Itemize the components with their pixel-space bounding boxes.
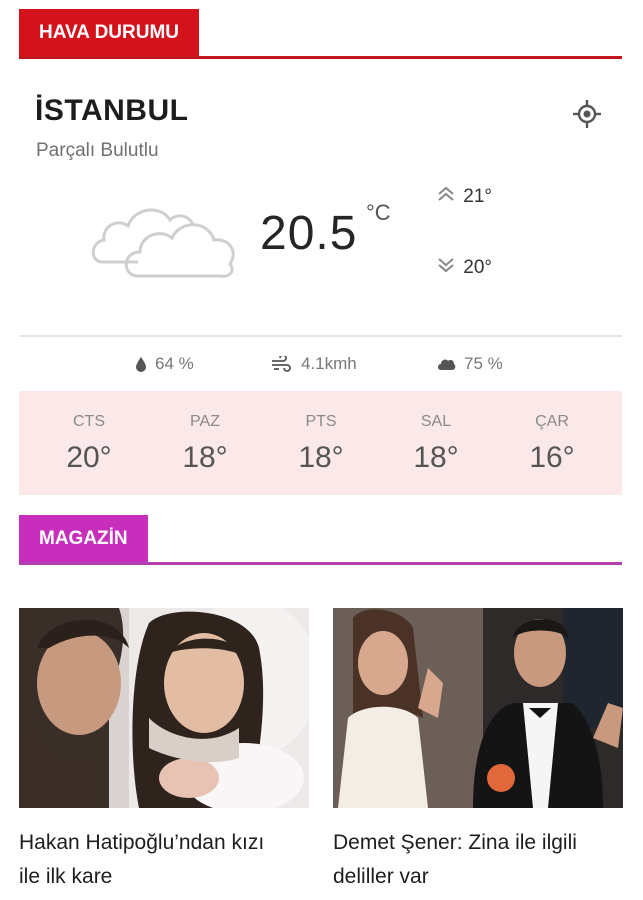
wind-value: 4.1kmh [301, 354, 357, 373]
weather-stats: 64 % 4.1kmh 75 % [19, 348, 622, 380]
wind-stat: 4.1kmh [271, 348, 357, 380]
cloud-icon [438, 359, 456, 370]
article-title-line1: Hakan Hatipoğlu’ndan kızı [19, 831, 265, 854]
forecast-day-temp: 18° [182, 441, 228, 474]
humidity-stat: 64 % [135, 348, 194, 380]
city-name: İSTANBUL [35, 94, 189, 127]
forecast-day-temp: 20° [66, 441, 112, 474]
weather-divider [19, 335, 622, 337]
weather-section-header: HAVA DURUMU [19, 9, 622, 59]
forecast-strip: CTS 20° PAZ 18° PTS 18° SAL 18° ÇAR 16° [19, 391, 622, 495]
forecast-day: PAZ 18° [145, 391, 265, 495]
magazin-section-header: MAGAZİN [19, 515, 622, 565]
forecast-day-temp: 18° [413, 441, 459, 474]
weather-header-underline [19, 56, 622, 59]
crosshair-icon [573, 100, 601, 128]
forecast-day-name: PAZ [190, 413, 220, 430]
article-title-line1: Demet Şener: Zina ile ilgili [333, 831, 577, 854]
forecast-day: PTS 18° [261, 391, 381, 495]
forecast-day-name: PTS [305, 413, 337, 430]
article-title[interactable]: Hakan Hatipoğlu’ndan kızı ile ilk kare [19, 826, 319, 894]
article-title-line2: ile ilk kare [19, 865, 113, 888]
forecast-day-name: SAL [420, 413, 452, 430]
humidity-value: 64 % [155, 354, 194, 373]
high-temperature-value: 21° [463, 186, 493, 208]
weather-section-label[interactable]: HAVA DURUMU [19, 9, 200, 56]
chevrons-up-icon [436, 186, 458, 208]
locate-button[interactable] [570, 97, 604, 131]
current-temperature: 20.5 [260, 207, 358, 260]
low-temperature: 20° [436, 257, 492, 279]
cloudiness-value: 75 % [464, 354, 503, 373]
forecast-day: CTS 20° [29, 391, 149, 495]
temperature-unit: °C [366, 200, 391, 225]
forecast-day: ÇAR 16° [492, 391, 612, 495]
chevrons-down-icon [436, 257, 458, 279]
wind-icon [272, 356, 291, 372]
forecast-day: SAL 18° [376, 391, 496, 495]
weather-condition: Parçalı Bulutlu [36, 140, 159, 161]
cloud-icon [88, 190, 240, 282]
droplet-icon [136, 357, 146, 372]
cloudiness-stat: 75 % [436, 348, 503, 380]
forecast-day-name: CTS [73, 413, 105, 430]
article-title[interactable]: Demet Şener: Zina ile ilgili deliller va… [333, 826, 633, 894]
article-title-line2: deliller var [333, 865, 429, 888]
article-thumbnail[interactable] [333, 608, 623, 808]
article-thumbnail[interactable] [19, 608, 309, 808]
forecast-day-temp: 16° [529, 441, 575, 474]
magazin-header-underline [19, 562, 622, 565]
forecast-day-name: ÇAR [535, 413, 569, 430]
magazin-section-label[interactable]: MAGAZİN [19, 515, 148, 562]
high-temperature: 21° [436, 186, 492, 208]
low-temperature-value: 20° [463, 257, 493, 279]
forecast-day-temp: 18° [298, 441, 344, 474]
